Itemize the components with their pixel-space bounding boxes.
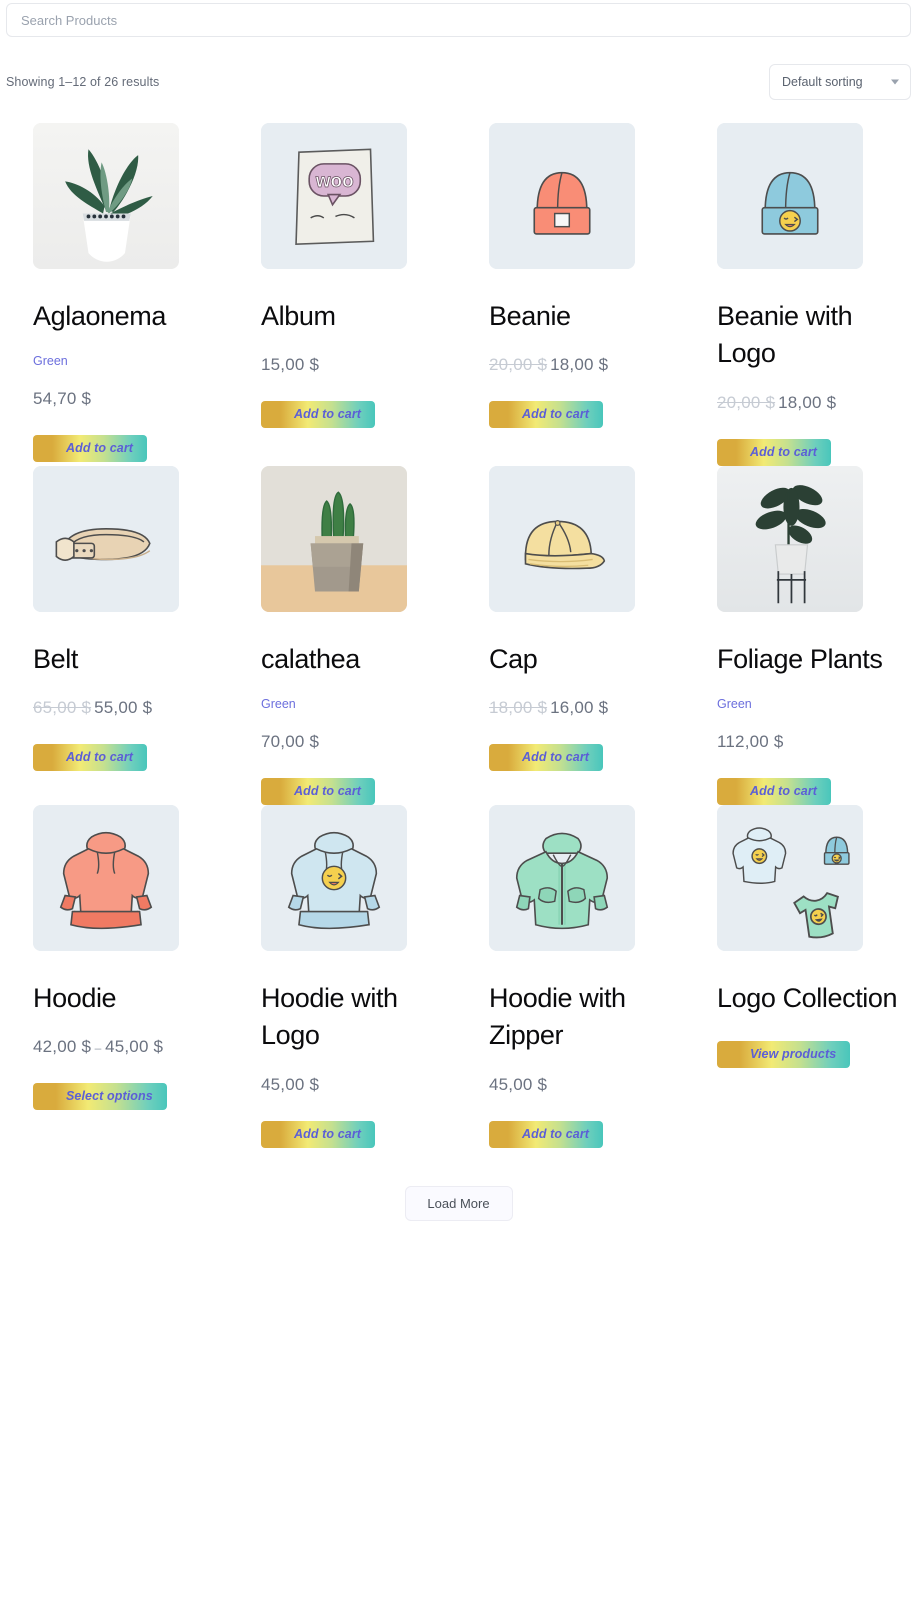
product-title[interactable]: Beanie [489, 298, 689, 335]
product-price-current: 54,70 $ [33, 389, 92, 409]
product-image[interactable] [261, 465, 407, 612]
product-price-current: 18,00 $ [778, 392, 837, 412]
product-card: Cap 18,00 $16,00 $ Add to cart [489, 465, 717, 805]
add-to-cart-button[interactable]: Add to cart [33, 744, 148, 771]
product-listing-page: Showing 1–12 of 26 results Default sorti… [0, 0, 917, 1600]
product-price: 45,00 $ [261, 1073, 461, 1097]
product-image[interactable] [489, 805, 635, 951]
product-price: 20,00 $18,00 $ [717, 391, 917, 415]
product-image[interactable] [33, 123, 179, 269]
product-price-current: 15,00 $ [261, 355, 320, 375]
product-image[interactable] [261, 805, 407, 951]
product-image[interactable] [33, 465, 179, 612]
product-title[interactable]: Aglaonema [33, 298, 233, 335]
product-card: Belt 65,00 $55,00 $ Add to cart [33, 465, 261, 805]
product-price: 65,00 $55,00 $ [33, 696, 233, 720]
chevron-down-icon [891, 79, 899, 85]
load-more-container: Load More [0, 1185, 917, 1251]
product-card: Hoodie with Zipper 45,00 $ Add to cart [489, 805, 717, 1148]
add-to-cart-button[interactable]: Add to cart [261, 778, 376, 805]
product-title[interactable]: Hoodie with Logo [261, 980, 461, 1055]
product-title[interactable]: Hoodie [33, 980, 233, 1017]
add-to-cart-button[interactable]: Add to cart [717, 778, 832, 805]
product-title[interactable]: Foliage Plants [717, 641, 917, 678]
product-price: 45,00 $ [489, 1073, 689, 1097]
product-price-original: 20,00 $ [717, 392, 776, 412]
product-image[interactable] [489, 465, 635, 612]
product-attribute[interactable]: Green [717, 697, 917, 712]
product-card: calathea Green 70,00 $ Add to cart [261, 465, 489, 805]
product-title[interactable]: Cap [489, 641, 689, 678]
product-image[interactable] [489, 123, 635, 269]
add-to-cart-button[interactable]: Add to cart [489, 744, 604, 771]
load-more-button[interactable]: Load More [404, 1185, 513, 1221]
product-price: 18,00 $16,00 $ [489, 696, 689, 720]
product-price-current: 45,00 $ [261, 1074, 320, 1094]
product-image[interactable] [717, 465, 863, 612]
add-to-cart-button[interactable]: Add to cart [261, 1120, 376, 1148]
product-price: 54,70 $ [33, 387, 233, 411]
add-to-cart-button[interactable]: Add to cart [489, 1120, 604, 1148]
product-card: Beanie with Logo 20,00 $18,00 $ Add to car… [717, 123, 917, 466]
product-card: Beanie 20,00 $18,00 $ Add to cart [489, 123, 717, 466]
product-price: 70,00 $ [261, 730, 461, 754]
product-price-original: 65,00 $ [33, 697, 92, 717]
add-to-cart-button[interactable]: Add to cart [261, 401, 376, 429]
product-title[interactable]: Beanie with Logo [717, 298, 917, 373]
search-input[interactable] [6, 3, 911, 37]
product-title[interactable]: Album [261, 298, 461, 335]
add-to-cart-button[interactable]: View products [717, 1041, 851, 1069]
product-price: 112,00 $ [717, 730, 917, 754]
product-price-current: 42,00 $ [33, 1037, 92, 1057]
product-card: woo Album 15,00 $ Add to cart [261, 123, 489, 466]
product-card: Foliage Plants Green 112,00 $ Add to cart [717, 465, 917, 805]
product-price-current: 18,00 $ [550, 355, 609, 375]
product-price-current: 55,00 $ [94, 697, 153, 717]
results-toolbar: Showing 1–12 of 26 results Default sorti… [0, 37, 917, 100]
product-price-current: 112,00 $ [717, 731, 784, 751]
product-attribute[interactable]: Green [33, 354, 233, 369]
product-card: Hoodie 42,00 $ – 45,00 $ Select options [33, 805, 261, 1148]
sorting-select[interactable]: Default sorting [769, 64, 911, 100]
product-title[interactable]: Belt [33, 641, 233, 678]
product-attribute[interactable]: Green [261, 697, 461, 712]
product-price: 42,00 $ – 45,00 $ [33, 1035, 233, 1059]
product-card: Hoodie with Logo 45,00 $ Add to cart [261, 805, 489, 1148]
product-price-current: 70,00 $ [261, 731, 320, 751]
product-card: Aglaonema Green 54,70 $ Add to cart [33, 123, 261, 466]
product-grid: Aglaonema Green 54,70 $ Add to cart woo Album… [0, 123, 917, 1148]
product-image[interactable]: woo [261, 123, 407, 269]
product-title[interactable]: Logo Collection [717, 980, 917, 1017]
product-image[interactable] [717, 123, 863, 269]
add-to-cart-button[interactable]: Add to cart [717, 438, 832, 466]
product-card: Logo Collection View products [717, 805, 917, 1148]
product-image[interactable] [33, 805, 179, 951]
svg-text:woo: woo [315, 171, 354, 192]
sorting-select-label: Default sorting [782, 75, 863, 89]
product-title[interactable]: calathea [261, 641, 461, 678]
search-bar [0, 0, 917, 37]
price-range-dash: – [91, 1041, 106, 1056]
product-image[interactable] [717, 805, 863, 951]
add-to-cart-button[interactable]: Select options [33, 1083, 167, 1111]
product-price-current: 16,00 $ [550, 697, 609, 717]
product-price-original: 18,00 $ [489, 697, 548, 717]
product-price: 20,00 $18,00 $ [489, 353, 689, 377]
product-price-current: 45,00 $ [489, 1074, 548, 1094]
product-price-original: 20,00 $ [489, 355, 548, 375]
add-to-cart-button[interactable]: Add to cart [33, 435, 148, 463]
product-price: 15,00 $ [261, 353, 461, 377]
product-price-range-end: 45,00 $ [105, 1037, 164, 1057]
result-count-text: Showing 1–12 of 26 results [6, 75, 160, 89]
product-title[interactable]: Hoodie with Zipper [489, 980, 689, 1055]
add-to-cart-button[interactable]: Add to cart [489, 401, 604, 429]
